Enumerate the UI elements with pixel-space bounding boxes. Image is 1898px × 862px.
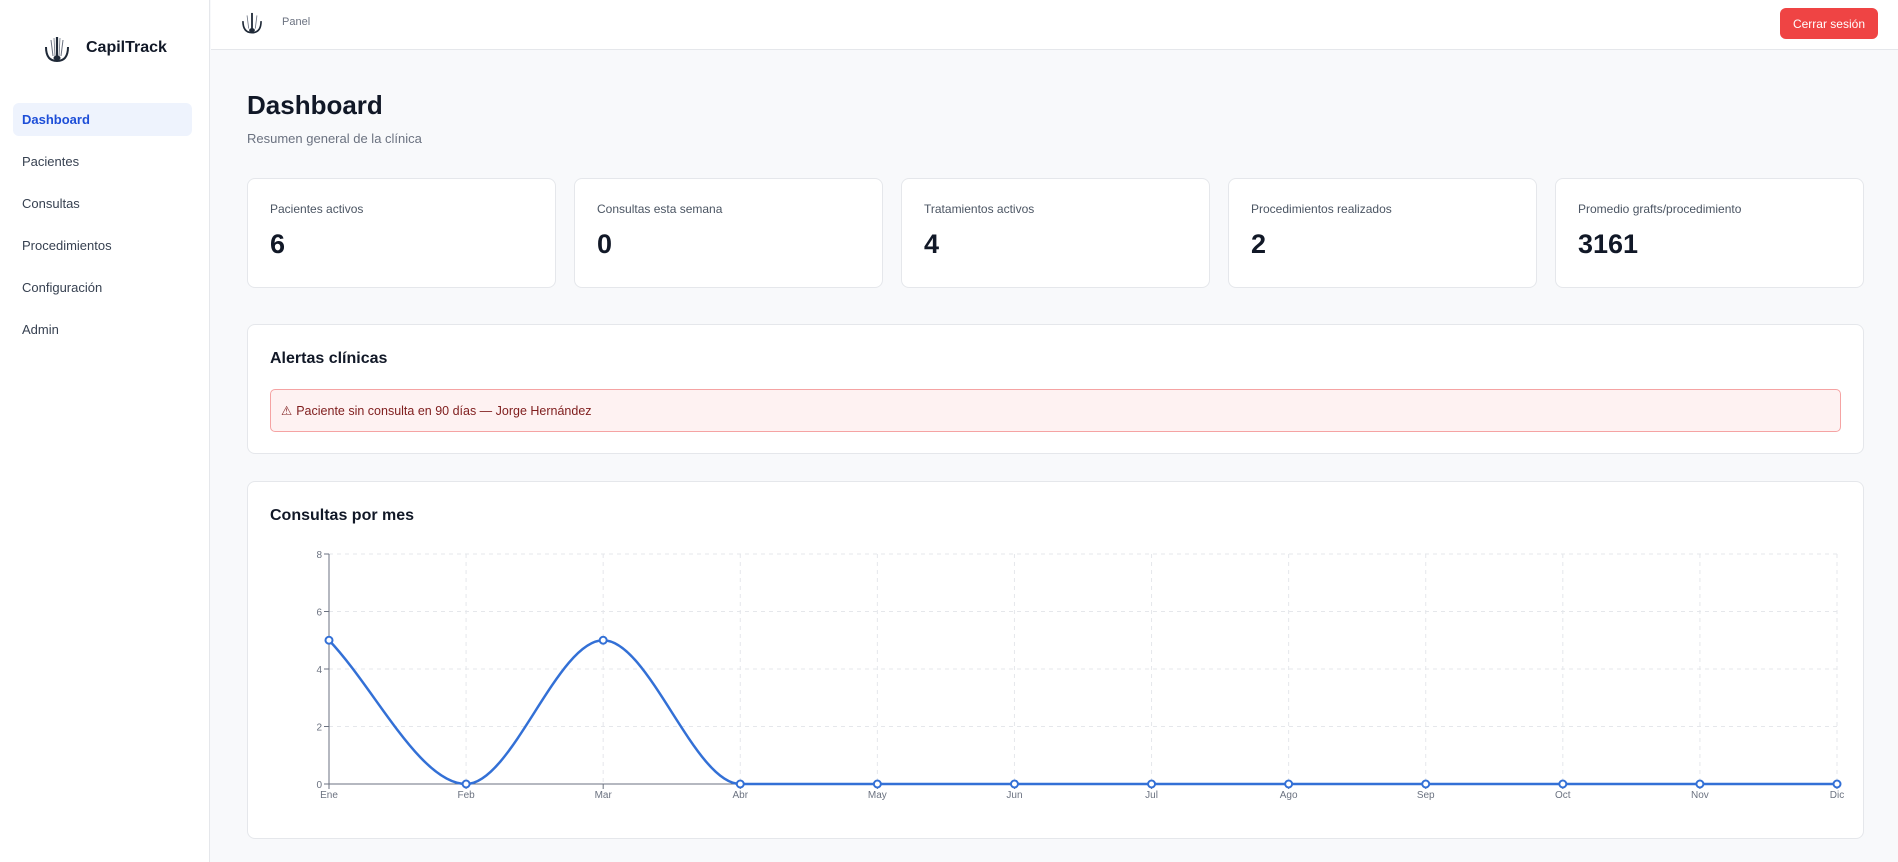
data-point <box>735 779 745 789</box>
x-tick-label: Feb <box>457 790 475 801</box>
y-tick-label: 6 <box>316 608 322 619</box>
data-point <box>1284 779 1294 789</box>
stat-value: 6 <box>270 229 286 259</box>
stat-card-pacientes-activos: Pacientes activos 6 <box>247 178 556 288</box>
x-tick-label: Jun <box>1006 790 1022 801</box>
alerts-title: Alertas clínicas <box>270 350 388 367</box>
stat-card-consultas-semana: Consultas esta semana 0 <box>574 178 883 288</box>
sidebar-item-admin[interactable]: Admin <box>13 313 192 346</box>
stat-card-promedio-grafts: Promedio grafts/procedimiento 3161 <box>1555 178 1864 288</box>
alert-text: Paciente sin consulta en 90 días — Jorge… <box>296 403 592 418</box>
y-tick-label: 2 <box>316 723 322 734</box>
stat-value: 4 <box>924 229 940 259</box>
data-point <box>872 779 882 789</box>
topbar: Panel Cerrar sesión <box>211 0 1898 50</box>
data-point <box>1558 779 1568 789</box>
y-tick-label: 4 <box>316 665 322 676</box>
stats-row: Pacientes activos 6 Consultas esta seman… <box>247 178 1864 288</box>
x-tick-label: Ene <box>320 790 338 801</box>
data-point <box>598 635 608 645</box>
x-tick-label: Jul <box>1145 790 1158 801</box>
stat-value: 2 <box>1251 229 1267 259</box>
data-point <box>461 779 471 789</box>
warning-icon: ⚠ <box>281 404 293 418</box>
alerts-card: Alertas clínicas ⚠ Paciente sin consulta… <box>247 324 1864 454</box>
consultas-chart: 02468Ene Feb Mar Abr May Jun Jul Ago Sep Oct Nov Di… <box>316 550 1844 801</box>
data-point <box>1421 779 1431 789</box>
sidebar-nav: Dashboard Pacientes Consultas Procedimie… <box>13 103 192 355</box>
sidebar-item-dashboard[interactable]: Dashboard <box>13 103 192 136</box>
data-point <box>1147 779 1157 789</box>
brand[interactable]: CapilTrack <box>40 28 167 68</box>
x-tick-label: Sep <box>1417 790 1435 801</box>
x-tick-label: Dic <box>1830 790 1844 801</box>
series-line <box>328 638 1837 786</box>
sidebar-item-pacientes[interactable]: Pacientes <box>13 145 192 178</box>
stat-value: 0 <box>597 229 613 259</box>
logout-button[interactable]: Cerrar sesión <box>1779 8 1878 39</box>
x-tick-label: May <box>868 790 887 801</box>
sidebar: CapilTrack Dashboard Pacientes Consultas… <box>0 0 210 862</box>
brand-name: CapilTrack <box>86 39 167 56</box>
x-tick-label: Oct <box>1555 790 1571 801</box>
alert-item[interactable]: ⚠ Paciente sin consulta en 90 días — Jor… <box>270 389 1841 432</box>
data-point <box>1009 779 1019 789</box>
data-point <box>1695 779 1705 789</box>
stat-value: 3161 <box>1578 229 1639 259</box>
x-tick-label: Mar <box>595 790 613 801</box>
chart-card: Consultas por mes 0 2 4 6 8 Ene Feb Mar Abr May Ju… <box>247 481 1864 839</box>
stat-label: Promedio grafts/procedimiento <box>1578 202 1742 216</box>
hair-follicle-icon[interactable] <box>238 8 266 36</box>
y-tick-label: 8 <box>316 550 322 561</box>
stat-label: Procedimientos realizados <box>1251 202 1392 216</box>
x-tick-label: Abr <box>732 790 748 801</box>
page-title: Dashboard <box>247 90 383 120</box>
sidebar-item-procedimientos[interactable]: Procedimientos <box>13 229 192 262</box>
sidebar-item-consultas[interactable]: Consultas <box>13 187 192 220</box>
stat-card-procedimientos-realizados: Procedimientos realizados 2 <box>1228 178 1537 288</box>
data-point <box>1832 779 1842 789</box>
x-tick-label: Nov <box>1691 790 1709 801</box>
stat-label: Tratamientos activos <box>924 202 1035 216</box>
data-point <box>324 635 334 645</box>
hair-follicle-icon <box>45 37 69 63</box>
stat-card-tratamientos-activos: Tratamientos activos 4 <box>901 178 1210 288</box>
x-tick-label: Ago <box>1280 790 1298 801</box>
stat-label: Consultas esta semana <box>597 202 723 216</box>
stat-label: Pacientes activos <box>270 202 364 216</box>
sidebar-item-configuracion[interactable]: Configuración <box>13 271 192 304</box>
breadcrumb[interactable]: Panel <box>282 16 310 28</box>
page-subtitle: Resumen general de la clínica <box>247 131 422 146</box>
